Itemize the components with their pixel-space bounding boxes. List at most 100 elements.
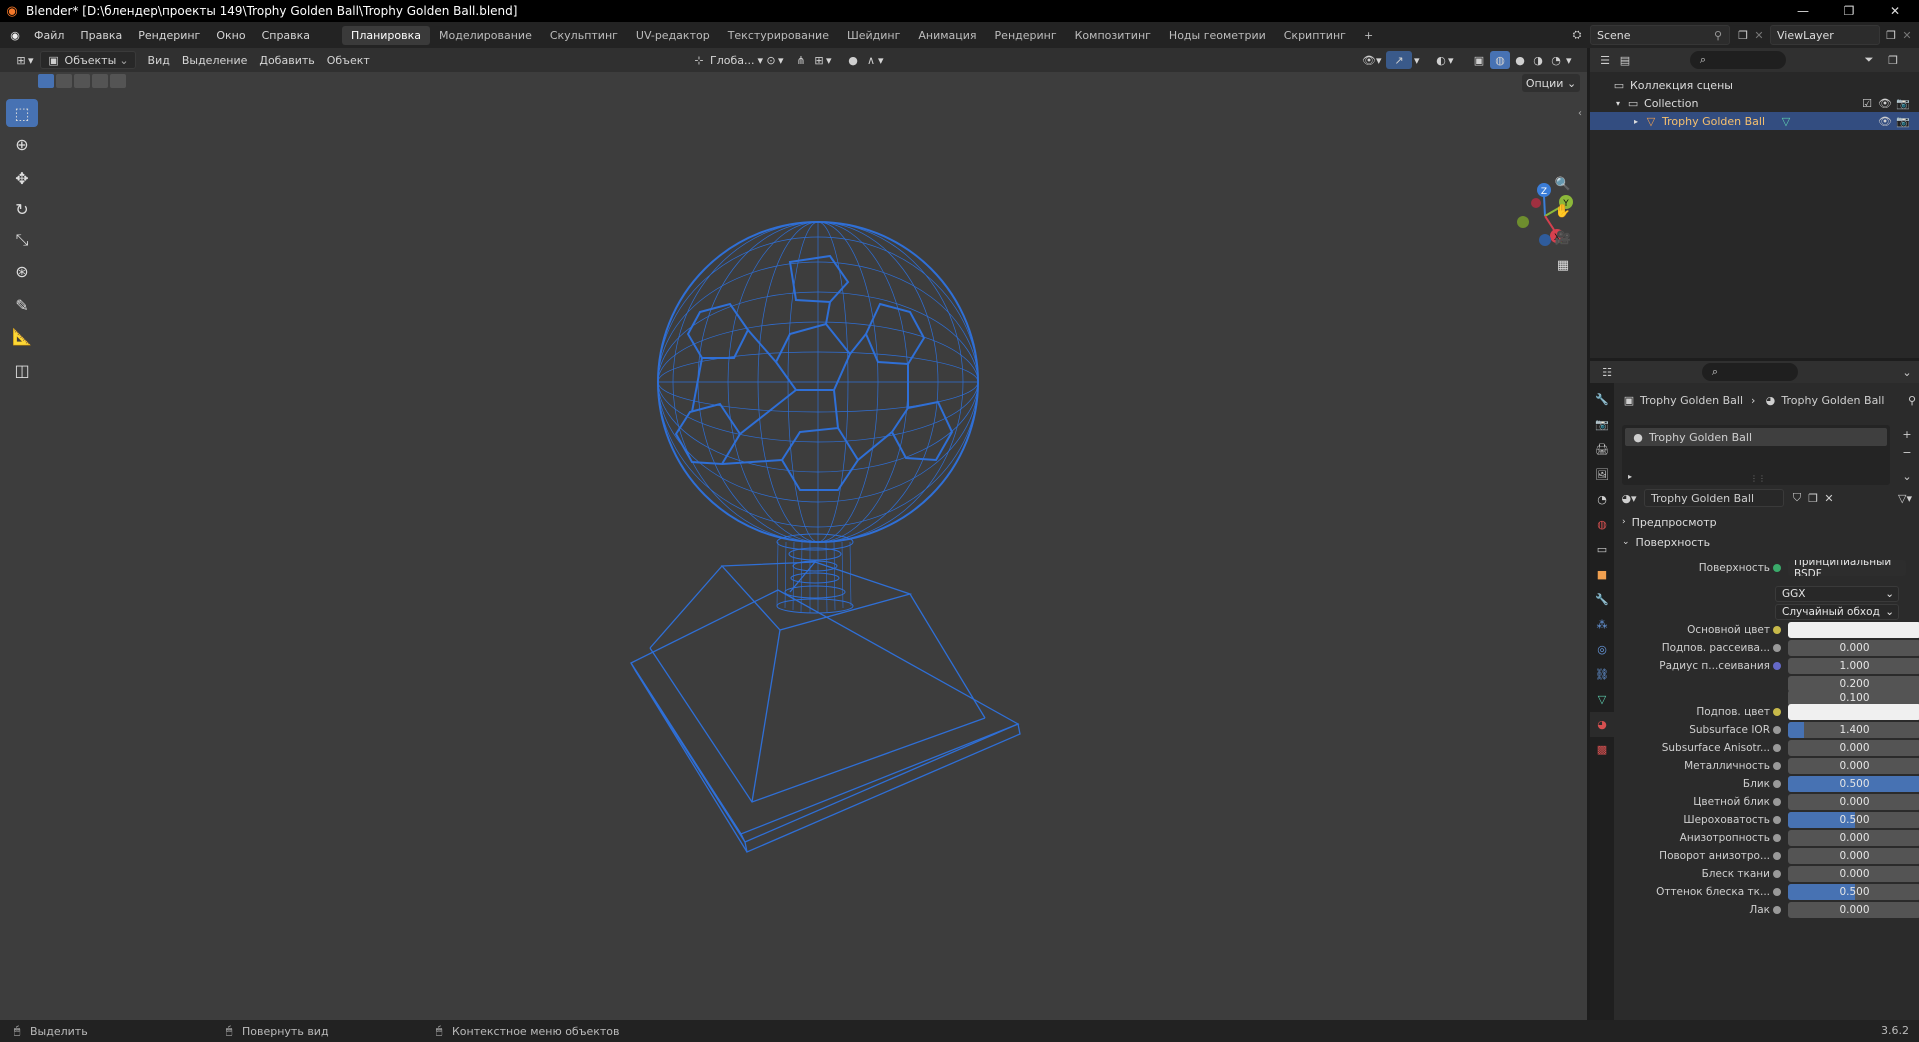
slot-specials-icon[interactable]: ⌄ <box>1900 469 1914 483</box>
properties-editor-icon[interactable]: ☷ <box>1600 365 1614 379</box>
menu-file[interactable]: Файл <box>26 29 72 42</box>
collapse-sidebar-icon[interactable]: ‹ <box>1578 108 1582 119</box>
menu-render[interactable]: Рендеринг <box>130 29 208 42</box>
select-invert-icon[interactable] <box>92 74 108 88</box>
editor-type-button[interactable]: ⊞ ▾ <box>8 51 40 69</box>
transform-orientation-dropdown[interactable]: ⊹ Глоба... ▾ <box>686 51 769 69</box>
world-tab-icon[interactable]: ◍ <box>1590 512 1614 537</box>
overlays-toggle[interactable]: ◐ ▾ <box>1428 51 1460 69</box>
mode-dropdown[interactable]: ▣ Объекты ⌄ <box>39 51 136 69</box>
view-layer-tab-icon[interactable]: 🖼 <box>1590 462 1614 487</box>
material-slot-item[interactable]: ● Trophy Golden Ball <box>1625 428 1887 446</box>
expand-arrow-icon[interactable]: ▸ <box>1628 472 1632 481</box>
select-new-icon[interactable] <box>38 74 54 88</box>
remove-slot-icon[interactable]: − <box>1900 445 1914 459</box>
data-tab-icon[interactable]: ▽ <box>1590 687 1614 712</box>
shading-dropdown[interactable]: ▾ <box>1563 51 1575 69</box>
distribution-dropdown[interactable]: GGX ⌄ <box>1775 586 1899 602</box>
perspective-grid-icon[interactable]: ▦ <box>1551 253 1575 277</box>
menu-object[interactable]: Объект <box>321 51 376 69</box>
tab-uv-editing[interactable]: UV-редактор <box>627 26 719 45</box>
object-tab-icon[interactable]: ■ <box>1590 562 1614 587</box>
delete-view-layer-icon[interactable]: ✕ <box>1900 28 1914 42</box>
camera-render-icon[interactable]: 📷 <box>1896 96 1910 110</box>
value-slider[interactable]: 1.400 <box>1788 722 1919 738</box>
texture-tab-icon[interactable]: ▩ <box>1590 737 1614 762</box>
expand-arrow-icon[interactable]: ▾ <box>1616 99 1620 108</box>
add-workspace-icon[interactable]: + <box>1355 26 1382 45</box>
xray-toggle[interactable]: ▣ <box>1466 51 1492 69</box>
value-slider[interactable]: 0.500 <box>1788 884 1919 900</box>
scene-selector[interactable]: Scene ⚲ <box>1590 25 1730 45</box>
zoom-icon[interactable]: 🔍 <box>1551 172 1575 196</box>
shading-wireframe-button[interactable]: ◍ <box>1490 51 1510 69</box>
pan-hand-icon[interactable]: ✋ <box>1551 199 1575 223</box>
camera-render-icon[interactable]: 📷 <box>1896 114 1910 128</box>
falloff-button[interactable]: ∧ ▾ <box>858 51 890 69</box>
subsurface-method-dropdown[interactable]: Случайный обход ⌄ <box>1775 604 1899 620</box>
material-tab-icon[interactable]: ◕ <box>1590 712 1614 737</box>
tab-compositing[interactable]: Композитинг <box>1066 26 1160 45</box>
camera-icon[interactable]: 🎥 <box>1551 226 1575 250</box>
select-intersect-icon[interactable] <box>110 74 126 88</box>
measure-tool-icon[interactable]: 📐 <box>6 322 38 350</box>
outliner-editor-icon[interactable]: ☰ <box>1598 53 1612 67</box>
tab-layout[interactable]: Планировка <box>342 25 431 45</box>
chevron-down-icon[interactable]: ⌄ <box>1900 365 1914 379</box>
material-name-field[interactable]: Trophy Golden Ball <box>1644 489 1784 507</box>
eye-icon[interactable]: 👁 <box>1878 96 1892 110</box>
properties-search-input[interactable]: ⌕ <box>1702 363 1798 381</box>
value-slider[interactable]: 0.000 <box>1788 902 1919 918</box>
visibility-button[interactable]: 👁 ▾ <box>1356 51 1388 69</box>
tab-scripting[interactable]: Скриптинг <box>1275 26 1355 45</box>
modifiers-tab-icon[interactable]: 🔧 <box>1590 587 1614 612</box>
collection-tab-icon[interactable]: ▭ <box>1590 537 1614 562</box>
tab-rendering[interactable]: Рендеринг <box>986 26 1066 45</box>
outliner-row-scene-collection[interactable]: ▭ Коллекция сцены <box>1590 76 1919 94</box>
duplicate-material-icon[interactable]: ❐ <box>1806 491 1820 505</box>
value-slider[interactable]: 0.000 <box>1788 640 1919 656</box>
scale-tool-icon[interactable]: ⤡ <box>6 226 38 254</box>
constraints-tab-icon[interactable]: ⛓ <box>1590 662 1614 687</box>
tab-texture-paint[interactable]: Текстурирование <box>719 26 838 45</box>
rotate-tool-icon[interactable]: ↻ <box>6 195 38 223</box>
options-dropdown[interactable]: Опции ⌄ <box>1522 74 1580 92</box>
gizmo-dropdown[interactable]: ▾ <box>1408 51 1426 69</box>
link-mode-icon[interactable]: ▽▾ <box>1898 491 1912 505</box>
new-collection-icon[interactable]: ❐ <box>1886 53 1900 67</box>
minimize-icon[interactable]: — <box>1780 0 1826 22</box>
unlink-material-icon[interactable]: ✕ <box>1822 491 1836 505</box>
select-extend-icon[interactable] <box>56 74 72 88</box>
3d-viewport[interactable]: Z Y X ‹ <box>0 72 1587 1020</box>
menu-add[interactable]: Добавить <box>253 51 320 69</box>
view-layer-selector[interactable]: ViewLayer <box>1770 25 1880 45</box>
value-slider[interactable]: 0.000 <box>1788 848 1919 864</box>
tab-modeling[interactable]: Моделирование <box>430 26 541 45</box>
menu-view[interactable]: Вид <box>142 51 176 69</box>
value-slider[interactable]: 0.000 <box>1788 866 1919 882</box>
add-slot-icon[interactable]: + <box>1900 427 1914 441</box>
output-tab-icon[interactable]: 🖨 <box>1590 437 1614 462</box>
physics-tab-icon[interactable]: ◎ <box>1590 637 1614 662</box>
value-slider[interactable]: 0.500 <box>1788 812 1919 828</box>
resize-handle-icon[interactable]: ⋮⋮ <box>1750 474 1766 483</box>
new-view-layer-icon[interactable]: ❐ <box>1884 28 1898 42</box>
pin-icon[interactable]: ⚲ <box>1711 28 1725 42</box>
color-swatch[interactable] <box>1788 704 1919 720</box>
tab-sculpting[interactable]: Скульптинг <box>541 26 627 45</box>
scene-tab-icon[interactable]: ◔ <box>1590 487 1614 512</box>
color-swatch[interactable] <box>1788 622 1919 638</box>
eye-icon[interactable]: 👁 <box>1878 114 1892 128</box>
render-tab-icon[interactable]: 📷 <box>1590 412 1614 437</box>
add-cube-tool-icon[interactable]: ◫ <box>6 356 38 384</box>
outliner-row-collection[interactable]: ▾ ▭ Collection ☑ 👁 📷 <box>1590 94 1919 112</box>
value-slider[interactable]: 0.000 <box>1788 794 1919 810</box>
menu-edit[interactable]: Правка <box>72 29 130 42</box>
tab-animation[interactable]: Анимация <box>909 26 985 45</box>
tab-shading[interactable]: Шейдинг <box>838 26 909 45</box>
outliner-row-object[interactable]: ▸ ▽ Trophy Golden Ball ▽ 👁 📷 <box>1590 112 1919 130</box>
filter-icon[interactable]: ⏷ <box>1862 53 1876 67</box>
section-preview[interactable]: › Предпросмотр <box>1622 513 1919 531</box>
checkbox-icon[interactable]: ☑ <box>1860 96 1874 110</box>
surface-shader-field[interactable]: Принципиальный BSDF <box>1788 560 1906 576</box>
